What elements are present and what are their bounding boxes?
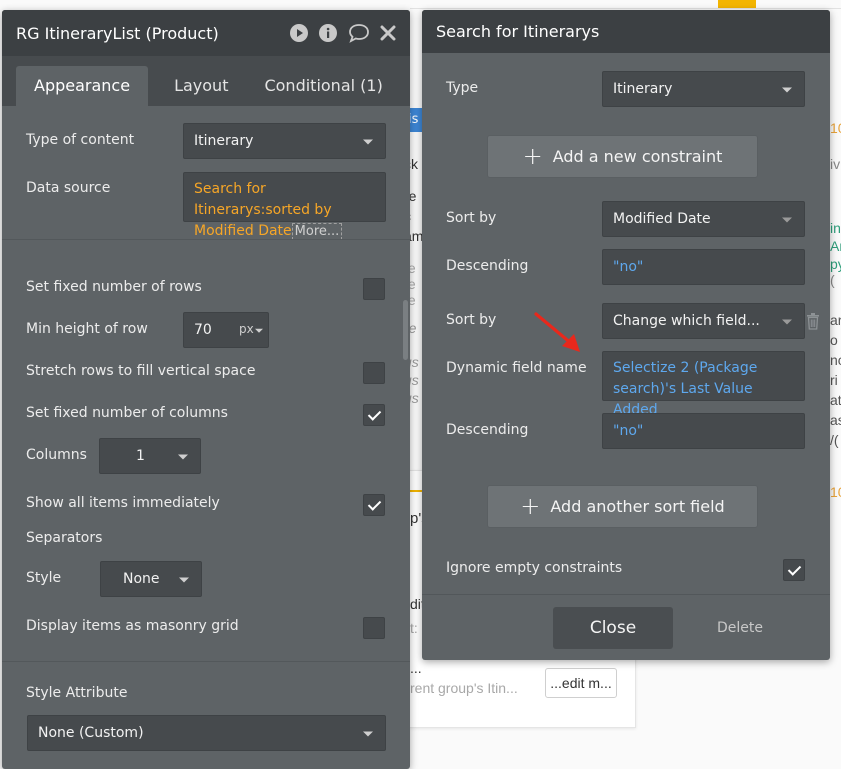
delete-button[interactable]: Delete	[717, 607, 763, 649]
search-editor-header: Search for Itinerarys	[422, 10, 830, 53]
search-editor-panel: Search for Itinerarys Type Itinerary + A…	[422, 10, 830, 660]
panel-title: RG ItineraryList (Product)	[16, 23, 219, 43]
masonry-checkbox[interactable]	[363, 617, 385, 639]
canvas-fragment: t:	[410, 620, 418, 636]
fixed-rows-checkbox[interactable]	[363, 278, 385, 300]
property-editor-panel: RG ItineraryList (Product) Appearance La…	[2, 10, 410, 769]
type-of-content-label: Type of content	[26, 132, 135, 148]
columns-label: Columns	[26, 447, 87, 463]
descending-label-2: Descending	[446, 422, 529, 438]
style-attribute-label: Style Attribute	[26, 685, 128, 701]
show-all-checkbox[interactable]	[363, 494, 385, 516]
type-label: Type	[446, 80, 479, 96]
add-constraint-button[interactable]: + Add a new constraint	[487, 135, 758, 178]
dynamic-field-expression[interactable]: Selectize 2 (Package search)'s Last Valu…	[602, 351, 805, 418]
descending-expression-2[interactable]: "no"	[602, 413, 805, 449]
canvas-fragment: ...	[410, 660, 422, 676]
chevron-down-icon	[782, 87, 792, 93]
ignore-empty-label: Ignore empty constraints	[446, 560, 623, 576]
plus-icon: +	[522, 141, 543, 170]
chevron-down-icon	[179, 577, 189, 583]
fixed-columns-label: Set fixed number of columns	[26, 405, 228, 421]
canvas-fragment: rent group's Itin...	[410, 680, 518, 696]
preview-play-icon[interactable]	[289, 23, 309, 43]
chevron-down-icon	[782, 217, 792, 223]
sort-by-label-2: Sort by	[446, 312, 497, 328]
close-button[interactable]: Close	[553, 607, 673, 649]
tab-appearance[interactable]: Appearance	[16, 66, 149, 106]
ignore-empty-checkbox[interactable]	[783, 559, 805, 581]
search-type-dropdown[interactable]: Itinerary	[602, 71, 805, 107]
annotation-arrow-icon	[534, 312, 580, 352]
canvas-border	[410, 8, 841, 9]
style-attribute-dropdown[interactable]: None (Custom)	[27, 715, 386, 751]
descending-expression[interactable]: "no"	[602, 249, 805, 285]
separators-label: Separators	[26, 530, 103, 546]
descending-label: Descending	[446, 258, 529, 274]
masonry-label: Display items as masonry grid	[26, 618, 239, 634]
panel-scrollbar[interactable]	[403, 300, 408, 360]
tab-layout[interactable]: Layout	[156, 66, 246, 106]
search-panel-title: Search for Itinerarys	[436, 22, 600, 41]
fixed-rows-label: Set fixed number of rows	[26, 279, 202, 295]
separator-style-dropdown[interactable]: None	[100, 561, 202, 597]
close-icon[interactable]	[380, 25, 396, 41]
show-all-label: Show all items immediately	[26, 495, 220, 511]
stretch-rows-checkbox[interactable]	[363, 362, 385, 384]
property-editor-header: RG ItineraryList (Product)	[2, 10, 410, 56]
tab-conditional[interactable]: Conditional (1)	[246, 66, 400, 106]
min-height-input[interactable]: 70 px	[183, 312, 269, 348]
dynamic-field-name-label: Dynamic field name	[446, 360, 587, 376]
chevron-down-icon	[782, 319, 792, 325]
search-panel-footer: Close Delete	[422, 594, 830, 660]
trash-icon[interactable]	[806, 312, 820, 334]
chevron-down-icon	[363, 731, 373, 737]
min-height-label: Min height of row	[26, 321, 148, 337]
unit-selector[interactable]: px	[239, 322, 254, 336]
add-sort-field-button[interactable]: + Add another sort field	[487, 485, 758, 528]
more-link[interactable]: More...	[291, 223, 343, 240]
canvas-right-strip: 10 ivi in Ar py ( ar o nc ri ati as /( 1…	[830, 120, 841, 500]
plus-icon: +	[520, 491, 541, 520]
chevron-down-icon	[255, 328, 263, 333]
data-source-label: Data source	[26, 180, 111, 196]
sort-by-dropdown-2[interactable]: Change which field...	[602, 303, 805, 339]
comment-icon[interactable]	[347, 23, 371, 43]
chevron-down-icon	[178, 454, 188, 460]
section-divider	[2, 239, 410, 240]
canvas-edit-chip[interactable]: ...edit m...	[545, 668, 617, 698]
style-label: Style	[26, 570, 62, 586]
sort-by-dropdown[interactable]: Modified Date	[602, 201, 805, 237]
fixed-columns-checkbox[interactable]	[363, 404, 385, 426]
type-of-content-dropdown[interactable]: Itinerary	[183, 123, 386, 159]
sort-by-label: Sort by	[446, 210, 497, 226]
property-tabs: Appearance Layout Conditional (1)	[2, 56, 410, 106]
section-divider	[2, 661, 410, 662]
info-icon[interactable]	[318, 23, 338, 43]
canvas-accent-tab	[718, 0, 756, 8]
columns-dropdown[interactable]: 1	[99, 438, 201, 474]
data-source-expression[interactable]: Search for Itinerarys:sorted by Modified…	[183, 172, 386, 240]
chevron-down-icon	[363, 139, 373, 145]
stretch-rows-label: Stretch rows to fill vertical space	[26, 363, 256, 379]
